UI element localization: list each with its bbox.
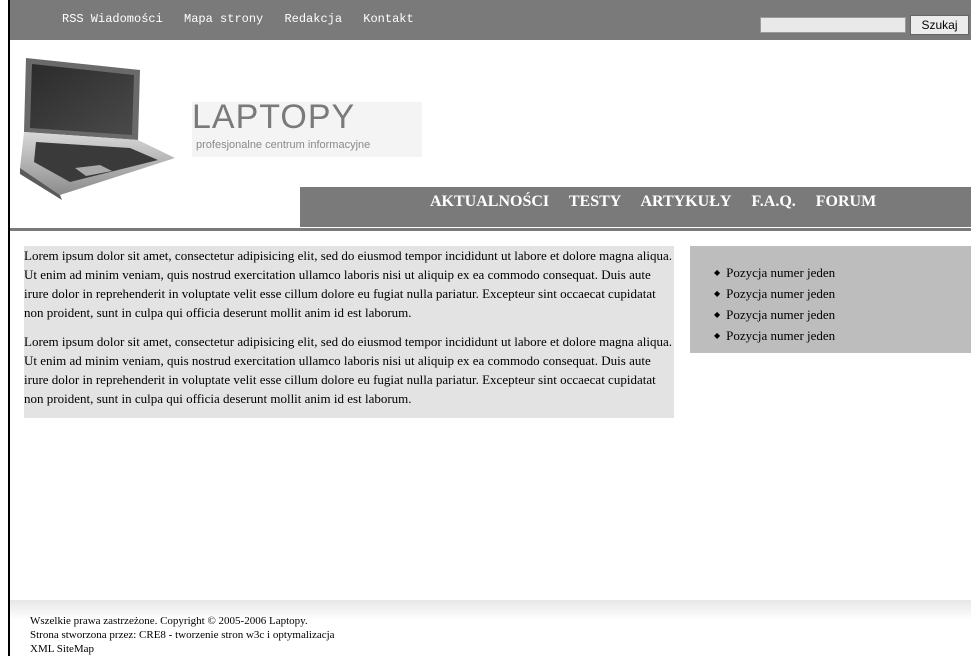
- content-paragraph: Lorem ipsum dolor sit amet, consectetur …: [24, 334, 673, 406]
- footer-copyright: Wszelkie prawa zastrzeżone. Copyright © …: [30, 615, 308, 627]
- sitemap-link[interactable]: Mapa strony: [184, 12, 263, 26]
- search-input[interactable]: [760, 17, 906, 33]
- footer-credits[interactable]: Strona stworzona przez: CRE8 - tworzenie…: [30, 628, 335, 642]
- content-paragraph: Lorem ipsum dolor sit amet, consectetur …: [24, 248, 673, 320]
- sidebar-item[interactable]: Pozycja numer jeden: [714, 284, 835, 305]
- nav-news[interactable]: AKTUALNOŚCI: [430, 193, 549, 210]
- sidebar-list: Pozycja numer jeden Pozycja numer jeden …: [714, 263, 835, 347]
- nav-tests[interactable]: TESTY: [569, 193, 621, 210]
- nav-faq[interactable]: F.A.Q.: [751, 193, 795, 210]
- logo-title: LAPTOPY: [192, 98, 356, 136]
- rss-link[interactable]: RSS Wiadomości: [62, 12, 163, 26]
- editorial-link[interactable]: Redakcja: [284, 12, 342, 26]
- sidebar-item[interactable]: Pozycja numer jeden: [714, 305, 835, 326]
- header-divider: [10, 228, 971, 231]
- sidebar-item[interactable]: Pozycja numer jeden: [714, 326, 835, 347]
- nav-articles[interactable]: ARTYKUŁY: [640, 193, 731, 210]
- sidebar-item[interactable]: Pozycja numer jeden: [714, 263, 835, 284]
- main-nav: AKTUALNOŚCI TESTY ARTYKUŁY F.A.Q. FORUM: [300, 187, 971, 227]
- footer: Wszelkie prawa zastrzeżone. Copyright © …: [30, 614, 335, 656]
- header: LAPTOPY profesjonalne centrum informacyj…: [10, 40, 971, 230]
- sidebar: Pozycja numer jeden Pozycja numer jeden …: [690, 246, 971, 353]
- main-content: Lorem ipsum dolor sit amet, consectetur …: [24, 246, 674, 418]
- footer-sitemap-link[interactable]: XML SiteMap: [30, 642, 335, 656]
- contact-link[interactable]: Kontakt: [363, 12, 413, 26]
- top-links: RSS Wiadomości Mapa strony Redakcja Kont…: [62, 12, 428, 26]
- laptop-icon: [20, 58, 175, 200]
- nav-forum[interactable]: FORUM: [816, 193, 876, 210]
- logo-subtitle: profesjonalne centrum informacyjne: [196, 139, 371, 151]
- top-bar: RSS Wiadomości Mapa strony Redakcja Kont…: [10, 0, 971, 40]
- search-button[interactable]: Szukaj: [910, 15, 969, 35]
